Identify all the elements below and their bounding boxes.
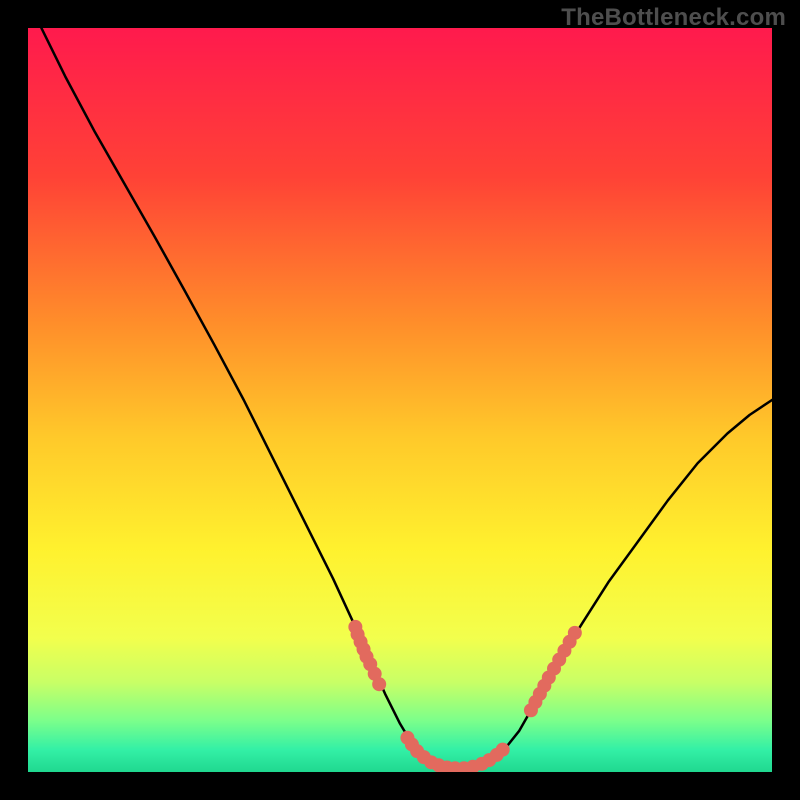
plot-background	[28, 28, 772, 772]
bottleneck-plot	[28, 28, 772, 772]
curve-marker	[372, 677, 386, 691]
curve-marker	[496, 743, 510, 757]
chart-root: TheBottleneck.com	[0, 0, 800, 800]
curve-marker	[568, 626, 582, 640]
